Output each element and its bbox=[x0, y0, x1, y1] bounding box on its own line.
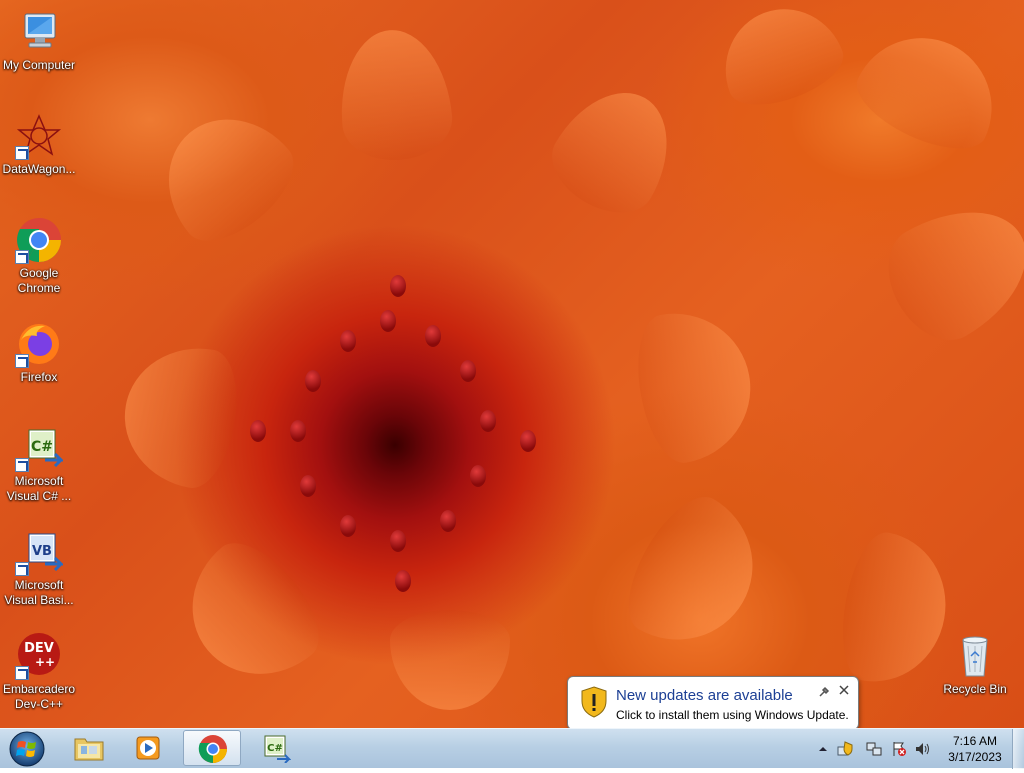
start-button[interactable] bbox=[4, 730, 50, 768]
shortcut-arrow-icon bbox=[15, 354, 29, 368]
clock-date: 3/17/2023 bbox=[948, 750, 1002, 764]
devcpp-icon: DEV ++ bbox=[15, 632, 63, 680]
shortcut-arrow-icon bbox=[15, 562, 29, 576]
wallpaper-petal bbox=[139, 91, 311, 259]
taskbar-visual-csharp[interactable]: C# bbox=[246, 730, 304, 766]
show-desktop-button[interactable] bbox=[1012, 729, 1024, 769]
action-center-flag-icon[interactable] bbox=[891, 741, 907, 757]
wallpaper-petal bbox=[390, 610, 510, 710]
desktop-icon-label: Recycle Bin bbox=[943, 682, 1007, 696]
wallpaper-seed bbox=[340, 330, 356, 352]
shortcut-arrow-icon bbox=[15, 146, 29, 160]
desktop-icon-label: Embarcadero Dev-C++ bbox=[2, 682, 76, 711]
wallpaper-seed bbox=[480, 410, 496, 432]
wallpaper-seed bbox=[340, 515, 356, 537]
folder-icon bbox=[73, 733, 105, 763]
desktop-icon-firefox[interactable]: Firefox bbox=[0, 320, 78, 385]
chrome-icon bbox=[15, 216, 63, 264]
desktop-icon-google-chrome[interactable]: Google Chrome bbox=[0, 216, 78, 296]
wallpaper-petal bbox=[113, 336, 247, 494]
wallpaper-petal bbox=[845, 15, 1015, 165]
shortcut-arrow-icon bbox=[15, 458, 29, 472]
devcpp-glyph-dev: DEV bbox=[24, 641, 54, 656]
desktop-icon-visual-csharp[interactable]: C# Microsoft Visual C# ... bbox=[0, 424, 78, 504]
devcpp-glyph-plus: ++ bbox=[35, 655, 55, 669]
notification-body: Click to install them using Windows Upda… bbox=[616, 708, 849, 722]
taskbar-csharp-glyph-text: C# bbox=[267, 743, 283, 754]
wallpaper-petal bbox=[334, 25, 456, 165]
wallpaper-petal bbox=[708, 0, 852, 118]
clock-time: 7:16 AM bbox=[952, 734, 998, 748]
taskbar-media-player[interactable] bbox=[120, 730, 178, 766]
warning-shield-icon bbox=[581, 686, 607, 718]
desktop-icon-datawagon[interactable]: DataWagon... bbox=[0, 112, 78, 177]
desktop-icon-recycle-bin[interactable]: Recycle Bin bbox=[936, 632, 1014, 697]
wallpaper-seed bbox=[390, 275, 406, 297]
csharp-glyph-text: C# bbox=[31, 439, 53, 455]
desktop-icon-label: DataWagon... bbox=[2, 162, 76, 176]
desktop-icon-label: Microsoft Visual C# ... bbox=[6, 474, 72, 503]
wallpaper-seed bbox=[380, 310, 396, 332]
wrench-options-icon[interactable] bbox=[818, 685, 830, 697]
visual-csharp-icon: C# bbox=[15, 424, 65, 472]
wallpaper-petal bbox=[869, 183, 1024, 357]
firefox-icon bbox=[15, 320, 63, 368]
desktop-icon-label: Google Chrome bbox=[17, 266, 61, 295]
taskbar: C# 7:16 AM 3/17/2023 bbox=[0, 728, 1024, 769]
wallpaper-seed bbox=[440, 510, 456, 532]
shortcut-arrow-icon bbox=[15, 250, 29, 264]
recycle-bin-icon bbox=[951, 632, 999, 680]
desktop-icon-label: My Computer bbox=[2, 58, 76, 72]
update-notification-balloon[interactable]: New updates are available Click to insta… bbox=[567, 676, 859, 730]
desktop-icon-label: Microsoft Visual Basi... bbox=[4, 578, 74, 607]
wallpaper-seed bbox=[395, 570, 411, 592]
wallpaper-petal bbox=[609, 482, 781, 668]
wallpaper-seed bbox=[305, 370, 321, 392]
close-icon[interactable] bbox=[838, 684, 850, 696]
visual-basic-icon: VB bbox=[15, 528, 65, 576]
wallpaper-seed bbox=[520, 430, 536, 452]
desktop-icon-my-computer[interactable]: My Computer bbox=[0, 8, 78, 73]
wallpaper-seed bbox=[470, 465, 486, 487]
shortcut-arrow-icon bbox=[15, 666, 29, 680]
vb-glyph-text: VB bbox=[32, 544, 52, 559]
system-clock[interactable]: 7:16 AM 3/17/2023 bbox=[940, 733, 1010, 765]
desktop-icon-devcpp[interactable]: DEV ++ Embarcadero Dev-C++ bbox=[0, 632, 78, 712]
wallpaper-petal bbox=[627, 301, 763, 469]
wallpaper-seed bbox=[425, 325, 441, 347]
wallpaper-petal bbox=[162, 526, 338, 704]
windows-update-tray-icon[interactable] bbox=[837, 741, 853, 757]
chrome-icon bbox=[197, 734, 229, 764]
wallpaper-petal bbox=[537, 70, 693, 230]
desktop-wallpaper: My Computer DataWagon... Google Chrome F… bbox=[0, 0, 1024, 728]
computer-icon bbox=[15, 8, 63, 56]
media-player-icon bbox=[133, 733, 165, 763]
visual-csharp-icon: C# bbox=[259, 733, 292, 764]
datawagon-icon bbox=[15, 112, 63, 160]
network-icon[interactable] bbox=[866, 741, 882, 757]
taskbar-chrome[interactable] bbox=[183, 730, 241, 766]
desktop-icon-label: Firefox bbox=[20, 370, 58, 384]
taskbar-windows-explorer[interactable] bbox=[60, 730, 118, 766]
wallpaper-seed bbox=[250, 420, 266, 442]
desktop-icon-visual-basic[interactable]: VB Microsoft Visual Basi... bbox=[0, 528, 78, 608]
wallpaper-seed bbox=[460, 360, 476, 382]
show-hidden-icons-chevron-icon[interactable] bbox=[815, 741, 831, 757]
volume-icon[interactable] bbox=[914, 741, 930, 757]
notification-title: New updates are available bbox=[616, 687, 793, 704]
wallpaper-seed bbox=[390, 530, 406, 552]
wallpaper-seed bbox=[300, 475, 316, 497]
wallpaper-seed bbox=[290, 420, 306, 442]
